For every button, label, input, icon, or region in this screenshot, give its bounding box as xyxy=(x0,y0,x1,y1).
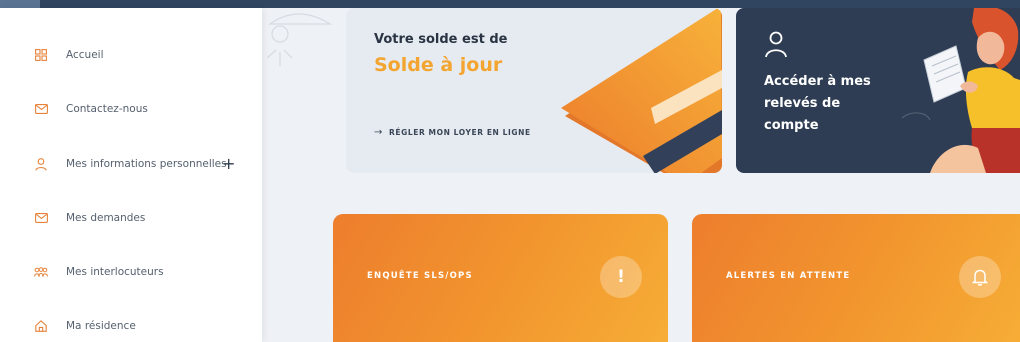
survey-label: ENQUÊTE SLS/OPS xyxy=(367,271,473,281)
sidebar-item-contacts[interactable]: Mes interlocuteurs xyxy=(0,258,262,286)
sidebar-item-accueil[interactable]: Accueil xyxy=(0,41,262,69)
sidebar-item-label: Mes informations personnelles xyxy=(66,158,227,170)
credit-card-illustration xyxy=(561,8,722,173)
mail-icon xyxy=(34,102,48,116)
statements-label: Accéder à mes relevés de compte xyxy=(764,74,871,133)
balance-card: Votre solde est de Solde à jour → RÉGLER … xyxy=(346,8,722,173)
sidebar-item-label: Mes interlocuteurs xyxy=(66,266,164,278)
sidebar-item-label: Mes demandes xyxy=(66,212,146,224)
woman-reading-illustration xyxy=(901,8,1020,173)
sidebar-item-requests[interactable]: Mes demandes xyxy=(0,204,262,232)
user-icon xyxy=(34,157,48,171)
balance-title: Votre solde est de xyxy=(374,32,508,47)
grid-icon xyxy=(34,48,48,62)
lamp-illustration xyxy=(266,13,333,66)
home-icon xyxy=(34,319,48,333)
sidebar-item-label: Contactez-nous xyxy=(66,103,148,115)
balance-value: Solde à jour xyxy=(374,54,503,76)
alerts-label: ALERTES EN ATTENTE xyxy=(726,271,851,281)
arrow-right-icon: → xyxy=(374,127,383,138)
sidebar-item-contact[interactable]: Contactez-nous xyxy=(0,95,262,123)
top-bar xyxy=(0,0,1020,8)
user-icon xyxy=(765,31,787,58)
expand-plus-icon[interactable]: + xyxy=(222,156,235,172)
exclamation-icon: ! xyxy=(600,256,642,298)
bell-icon xyxy=(959,256,1001,298)
statements-card[interactable]: Accéder à mes relevés de compte xyxy=(736,8,1020,173)
sidebar-item-label: Ma résidence xyxy=(66,320,136,332)
sidebar-item-residence[interactable]: Ma résidence xyxy=(0,312,262,340)
sidebar-item-personal-info[interactable]: Mes informations personnelles + xyxy=(0,150,262,178)
sidebar-item-label: Accueil xyxy=(66,49,104,61)
people-icon xyxy=(34,265,48,279)
alerts-tile[interactable]: ALERTES EN ATTENTE xyxy=(692,214,1020,342)
pay-rent-link[interactable]: → RÉGLER MON LOYER EN LIGNE xyxy=(374,127,531,138)
mail-icon xyxy=(34,211,48,225)
sidebar: Accueil Contactez-nous Mes informations … xyxy=(0,8,262,342)
survey-tile[interactable]: ENQUÊTE SLS/OPS ! xyxy=(333,214,668,342)
pay-rent-label: RÉGLER MON LOYER EN LIGNE xyxy=(388,128,531,137)
